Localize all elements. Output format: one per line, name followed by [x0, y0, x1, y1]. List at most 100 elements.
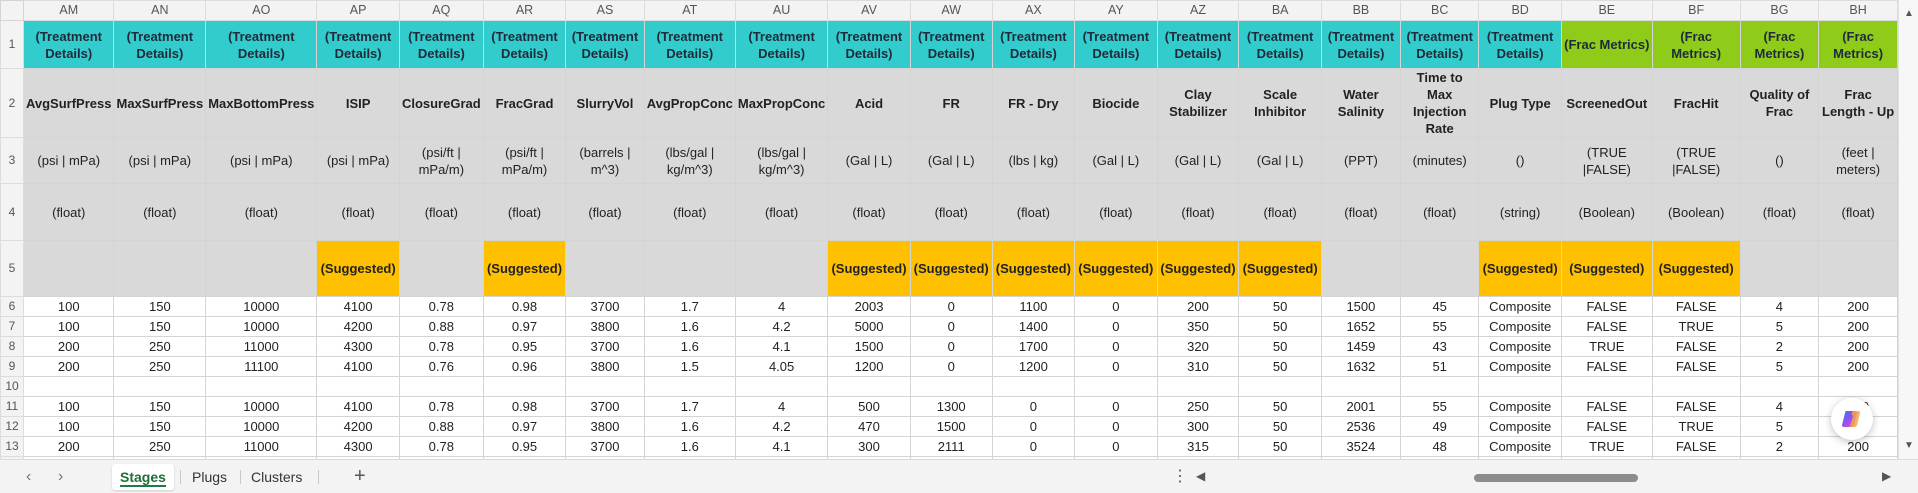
type-cell[interactable]: (Boolean)	[1651, 183, 1741, 241]
data-cell[interactable]: 1652	[1320, 316, 1401, 337]
column-header-be[interactable]: BE	[1560, 0, 1653, 21]
data-cell[interactable]: 49	[1399, 416, 1480, 437]
data-cell[interactable]: 200	[1818, 296, 1898, 317]
add-sheet-button[interactable]: +	[354, 465, 366, 488]
unit-cell[interactable]: (Gal | L)	[827, 137, 911, 184]
field-name-cell[interactable]: MaxSurfPress	[113, 68, 207, 138]
data-cell[interactable]: TRUE	[1651, 316, 1741, 337]
unit-cell[interactable]: (PPT)	[1320, 137, 1401, 184]
type-cell[interactable]: (float)	[1818, 183, 1898, 241]
data-cell[interactable]: 0.78	[398, 436, 484, 457]
category-cell[interactable]: (Treatment Details)	[565, 20, 645, 69]
row-header[interactable]: 9	[0, 356, 24, 377]
data-cell[interactable]: 4300	[316, 336, 400, 357]
data-cell[interactable]: 4	[734, 296, 829, 317]
data-cell[interactable]: 10000	[205, 396, 318, 417]
data-cell[interactable]: 11000	[205, 336, 318, 357]
type-cell[interactable]: (float)	[205, 183, 318, 241]
data-cell[interactable]: 0	[909, 356, 993, 377]
column-header-bh[interactable]: BH	[1818, 0, 1898, 21]
suggested-cell[interactable]	[643, 240, 736, 297]
data-cell[interactable]	[482, 376, 567, 397]
row-header[interactable]: 4	[0, 183, 24, 241]
data-cell[interactable]: 150	[113, 416, 207, 437]
data-cell[interactable]: 1.5	[643, 356, 736, 377]
data-cell[interactable]	[1074, 376, 1158, 397]
category-cell[interactable]: (Treatment Details)	[1238, 20, 1322, 69]
data-cell[interactable]: 0	[1074, 316, 1158, 337]
field-name-cell[interactable]: FracGrad	[482, 68, 567, 138]
category-cell[interactable]: (Treatment Details)	[1156, 20, 1240, 69]
data-cell[interactable]: 150	[113, 396, 207, 417]
field-name-cell[interactable]: Frac Length - Up	[1818, 68, 1898, 138]
unit-cell[interactable]: (Gal | L)	[1238, 137, 1322, 184]
suggested-cell[interactable]	[1739, 240, 1820, 297]
row-header[interactable]: 10	[0, 376, 24, 397]
data-cell[interactable]	[316, 376, 400, 397]
data-cell[interactable]	[565, 376, 645, 397]
column-header-ay[interactable]: AY	[1074, 0, 1158, 21]
data-cell[interactable]: 0	[1074, 356, 1158, 377]
data-cell[interactable]	[991, 376, 1076, 397]
data-cell[interactable]: 5000	[827, 316, 911, 337]
data-cell[interactable]: 3524	[1320, 436, 1401, 457]
unit-cell[interactable]: (psi | mPa)	[316, 137, 400, 184]
suggested-cell[interactable]: (Suggested)	[1238, 240, 1322, 297]
data-cell[interactable]: 200	[1818, 316, 1898, 337]
row-header[interactable]: 2	[0, 68, 24, 138]
suggested-cell[interactable]: (Suggested)	[482, 240, 567, 297]
data-cell[interactable]: 310	[1156, 356, 1240, 377]
suggested-cell[interactable]: (Suggested)	[1156, 240, 1240, 297]
select-all-corner[interactable]	[0, 0, 24, 21]
data-cell[interactable]: 2001	[1320, 396, 1401, 417]
data-cell[interactable]: 4200	[316, 416, 400, 437]
type-cell[interactable]: (float)	[482, 183, 567, 241]
type-cell[interactable]: (float)	[1739, 183, 1820, 241]
data-cell[interactable]: 50	[1238, 316, 1322, 337]
data-cell[interactable]	[1560, 376, 1653, 397]
type-cell[interactable]: (Boolean)	[1560, 183, 1653, 241]
data-cell[interactable]: 0	[991, 416, 1076, 437]
category-cell[interactable]: (Treatment Details)	[1074, 20, 1158, 69]
field-name-cell[interactable]: AvgSurfPress	[22, 68, 115, 138]
unit-cell[interactable]: (lbs | kg)	[991, 137, 1076, 184]
column-header-ao[interactable]: AO	[205, 0, 318, 21]
field-name-cell[interactable]: Time to Max Injection Rate	[1399, 68, 1480, 138]
type-cell[interactable]: (float)	[316, 183, 400, 241]
category-cell[interactable]: (Treatment Details)	[113, 20, 207, 69]
data-cell[interactable]: 0	[1074, 396, 1158, 417]
data-cell[interactable]: 55	[1399, 316, 1480, 337]
data-cell[interactable]: 45	[1399, 296, 1480, 317]
data-cell[interactable]: 1.7	[643, 296, 736, 317]
type-cell[interactable]: (float)	[909, 183, 993, 241]
data-cell[interactable]: 1.7	[643, 396, 736, 417]
unit-cell[interactable]: (psi/ft | mPa/m)	[482, 137, 567, 184]
row-header[interactable]: 12	[0, 416, 24, 437]
data-cell[interactable]: 50	[1238, 336, 1322, 357]
data-cell[interactable]	[205, 376, 318, 397]
data-cell[interactable]	[827, 376, 911, 397]
suggested-cell[interactable]	[1818, 240, 1898, 297]
sheet-tab-clusters[interactable]: Clusters	[243, 464, 310, 490]
data-cell[interactable]: 50	[1238, 436, 1322, 457]
row-header[interactable]: 1	[0, 20, 24, 69]
unit-cell[interactable]: (psi/ft | mPa/m)	[398, 137, 484, 184]
field-name-cell[interactable]: Plug Type	[1478, 68, 1562, 138]
data-cell[interactable]: 320	[1156, 336, 1240, 357]
data-cell[interactable]: 5	[1739, 416, 1820, 437]
data-cell[interactable]: 0.98	[482, 396, 567, 417]
horizontal-scrollbar[interactable]: ◀ ▶	[1194, 469, 1894, 485]
data-cell[interactable]: 0	[909, 296, 993, 317]
data-cell[interactable]: 3800	[565, 356, 645, 377]
data-cell[interactable]: 3700	[565, 336, 645, 357]
row-header[interactable]: 7	[0, 316, 24, 337]
data-cell[interactable]: Composite	[1478, 356, 1562, 377]
category-cell[interactable]: (Treatment Details)	[1320, 20, 1401, 69]
data-cell[interactable]: 0	[909, 316, 993, 337]
data-cell[interactable]: 200	[22, 436, 115, 457]
data-cell[interactable]: Composite	[1478, 436, 1562, 457]
chevron-right-icon[interactable]: ›	[58, 468, 63, 486]
data-cell[interactable]: 250	[113, 356, 207, 377]
data-cell[interactable]: 2536	[1320, 416, 1401, 437]
unit-cell[interactable]: (psi | mPa)	[205, 137, 318, 184]
